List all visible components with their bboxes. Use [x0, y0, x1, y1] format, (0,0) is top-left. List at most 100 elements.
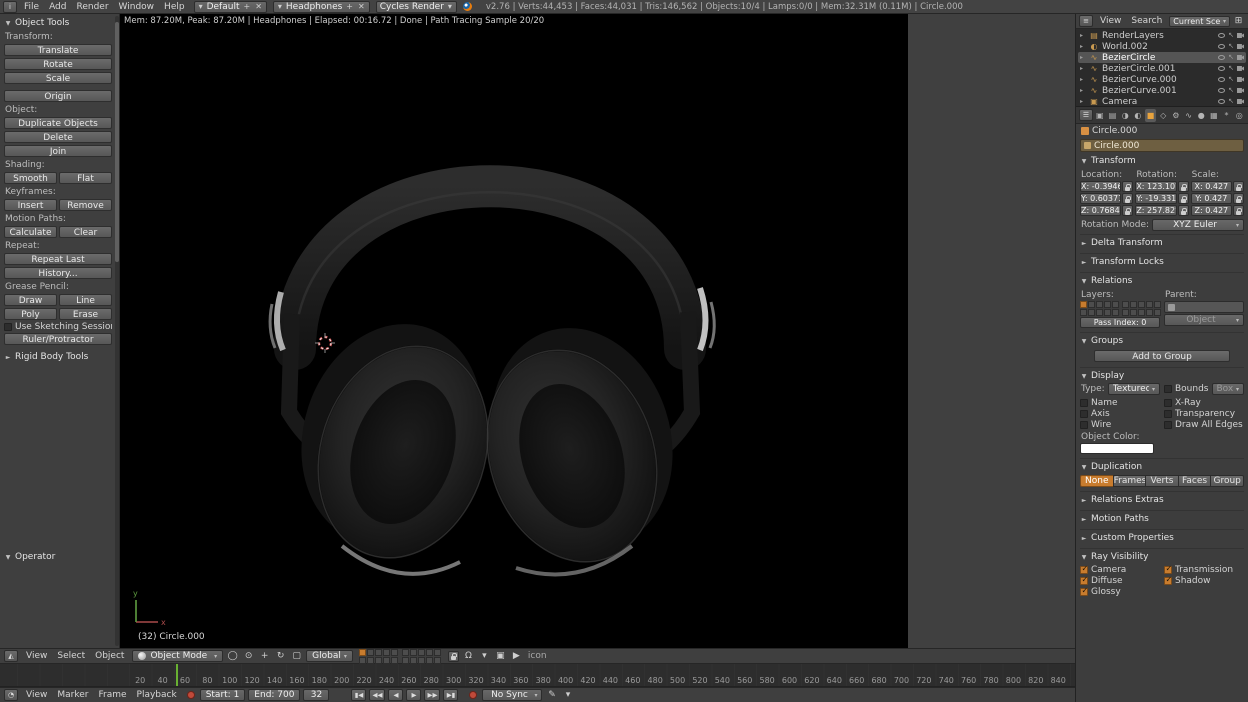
properties-tab[interactable]: ◇: [1157, 109, 1169, 122]
gp-poly-button[interactable]: Poly: [4, 308, 57, 320]
viewport-shading-selector[interactable]: ◯: [226, 650, 239, 662]
object-name-field[interactable]: Circle.000: [1080, 139, 1244, 152]
rotate-button[interactable]: Rotate: [4, 58, 112, 70]
layer-toggle[interactable]: [1104, 309, 1111, 316]
display-option-checkbox[interactable]: X-Ray: [1164, 397, 1244, 408]
properties-editor-icon[interactable]: ☰: [1079, 109, 1093, 121]
filter-icon[interactable]: ⊞: [1232, 15, 1245, 27]
draw-type-dropdown[interactable]: Textured ▾: [1108, 383, 1160, 395]
tool-shelf-scrollbar[interactable]: [115, 16, 119, 646]
layer-toggle[interactable]: [1088, 301, 1095, 308]
gp-erase-button[interactable]: Erase: [59, 308, 112, 320]
gp-line-button[interactable]: Line: [59, 294, 112, 306]
layer-toggle[interactable]: [402, 649, 409, 656]
expand-arrow-icon[interactable]: ▸: [1080, 54, 1086, 61]
layer-toggle[interactable]: [426, 657, 433, 664]
jump-to-start-button[interactable]: ▮◀: [351, 689, 366, 701]
render-toggle-icon[interactable]: [1237, 33, 1244, 38]
layer-toggle[interactable]: [1146, 301, 1153, 308]
location-field[interactable]: Y: 0.60371: [1080, 193, 1121, 204]
menu-item[interactable]: Help: [159, 2, 190, 12]
eye-icon[interactable]: [1218, 44, 1225, 49]
translate-button[interactable]: Translate: [4, 44, 112, 56]
selectable-icon[interactable]: ↖: [1228, 98, 1234, 105]
lock-icon[interactable]: [1233, 181, 1244, 192]
layer-toggle[interactable]: [383, 649, 390, 656]
expand-arrow-icon[interactable]: ▸: [1080, 43, 1086, 50]
expand-arrow-icon[interactable]: ▸: [1080, 87, 1086, 94]
duplication-option[interactable]: Frames: [1113, 475, 1147, 487]
clear-paths-button[interactable]: Clear: [59, 226, 112, 238]
delete-scene-button[interactable]: ✕: [357, 2, 366, 11]
eye-icon[interactable]: [1218, 66, 1225, 71]
layer-toggles[interactable]: [359, 649, 441, 664]
layer-toggle[interactable]: [1154, 301, 1161, 308]
expand-arrow-icon[interactable]: ▸: [1080, 32, 1086, 39]
render-toggle-icon[interactable]: [1237, 99, 1244, 104]
rotation-mode-dropdown[interactable]: XYZ Euler ▾: [1152, 219, 1244, 231]
outliner-item[interactable]: ▸ ▤ RenderLayers ↖: [1078, 30, 1246, 41]
bounds-checkbox[interactable]: Bounds: [1164, 384, 1209, 395]
3d-viewport[interactable]: x y Mem: 87.20M, Peak: 87.20M | Headphon…: [120, 14, 908, 648]
origin-button[interactable]: Origin: [4, 90, 112, 102]
insert-keyframe-button[interactable]: Insert: [4, 199, 57, 211]
add-scene-button[interactable]: +: [345, 2, 354, 11]
layer-toggle[interactable]: [367, 657, 374, 664]
rotation-field[interactable]: Z: 257.82°: [1135, 205, 1176, 216]
duplication-option[interactable]: Verts: [1145, 475, 1179, 487]
location-field[interactable]: X: -0.39468: [1080, 181, 1121, 192]
layer-toggle[interactable]: [1154, 309, 1161, 316]
scale-button[interactable]: Scale: [4, 72, 112, 84]
display-option-checkbox[interactable]: Axis: [1080, 408, 1160, 419]
motion-paths-panel-header[interactable]: ► Motion Paths: [1080, 512, 1244, 526]
display-option-checkbox[interactable]: Wire: [1080, 419, 1160, 430]
layer-toggle[interactable]: [426, 649, 433, 656]
selectable-icon[interactable]: ↖: [1228, 43, 1234, 50]
selectable-icon[interactable]: ↖: [1228, 54, 1234, 61]
opengl-render-anim-button[interactable]: ▶: [510, 650, 523, 662]
object-color-swatch[interactable]: [1080, 443, 1154, 454]
lock-icon[interactable]: [1122, 181, 1133, 192]
relations-extras-panel-header[interactable]: ► Relations Extras: [1080, 493, 1244, 507]
keying-set-icon[interactable]: ✎: [545, 689, 558, 701]
snap-magnet-toggle[interactable]: Ω: [462, 650, 475, 662]
layer-toggle[interactable]: [1080, 301, 1087, 308]
properties-tab[interactable]: ▣: [1094, 109, 1106, 122]
selectable-icon[interactable]: ↖: [1228, 87, 1234, 94]
outliner-editor-icon[interactable]: ≡: [1079, 15, 1093, 27]
properties-tab[interactable]: ■: [1145, 109, 1157, 122]
duplication-panel-header[interactable]: ▼ Duplication: [1080, 460, 1244, 474]
editor-type-selector[interactable]: ◭: [4, 650, 18, 662]
repeat-last-button[interactable]: Repeat Last: [4, 253, 112, 265]
join-button[interactable]: Join: [4, 145, 112, 157]
rotation-field[interactable]: Y: -19.331°: [1135, 193, 1176, 204]
layer-toggle[interactable]: [1130, 309, 1137, 316]
properties-tab[interactable]: ◎: [1233, 109, 1245, 122]
opengl-render-button[interactable]: ▣: [494, 650, 507, 662]
layer-toggle[interactable]: [410, 649, 417, 656]
render-toggle-icon[interactable]: [1237, 44, 1244, 49]
render-toggle-icon[interactable]: [1237, 77, 1244, 82]
lock-icon[interactable]: [1233, 205, 1244, 216]
layer-toggle[interactable]: [1146, 309, 1153, 316]
ray-visibility-checkbox[interactable]: Glossy: [1080, 586, 1160, 597]
bounds-type-dropdown[interactable]: Box ▾: [1212, 383, 1245, 395]
layer-toggle[interactable]: [1122, 309, 1129, 316]
eye-icon[interactable]: [1218, 77, 1225, 82]
properties-tab[interactable]: ∿: [1183, 109, 1195, 122]
add-layout-button[interactable]: +: [242, 2, 251, 11]
manipulator-translate-toggle[interactable]: +: [258, 650, 271, 662]
layer-toggle[interactable]: [1096, 309, 1103, 316]
properties-tab[interactable]: ◐: [1132, 109, 1144, 122]
lock-icon[interactable]: [1233, 193, 1244, 204]
ray-visibility-checkbox[interactable]: Camera: [1080, 564, 1160, 575]
layer-toggle[interactable]: [410, 657, 417, 664]
ray-visibility-checkbox[interactable]: Diffuse: [1080, 575, 1160, 586]
groups-panel-header[interactable]: ▼ Groups: [1080, 334, 1244, 348]
display-panel-header[interactable]: ▼ Display: [1080, 369, 1244, 383]
transform-panel-header[interactable]: ▼ Transform: [1080, 154, 1244, 168]
pivot-center-selector[interactable]: ⊙: [242, 650, 255, 662]
parent-type-dropdown[interactable]: Object ▾: [1164, 314, 1244, 326]
layer-toggle[interactable]: [367, 649, 374, 656]
play-reverse-button[interactable]: ◀: [388, 689, 403, 701]
